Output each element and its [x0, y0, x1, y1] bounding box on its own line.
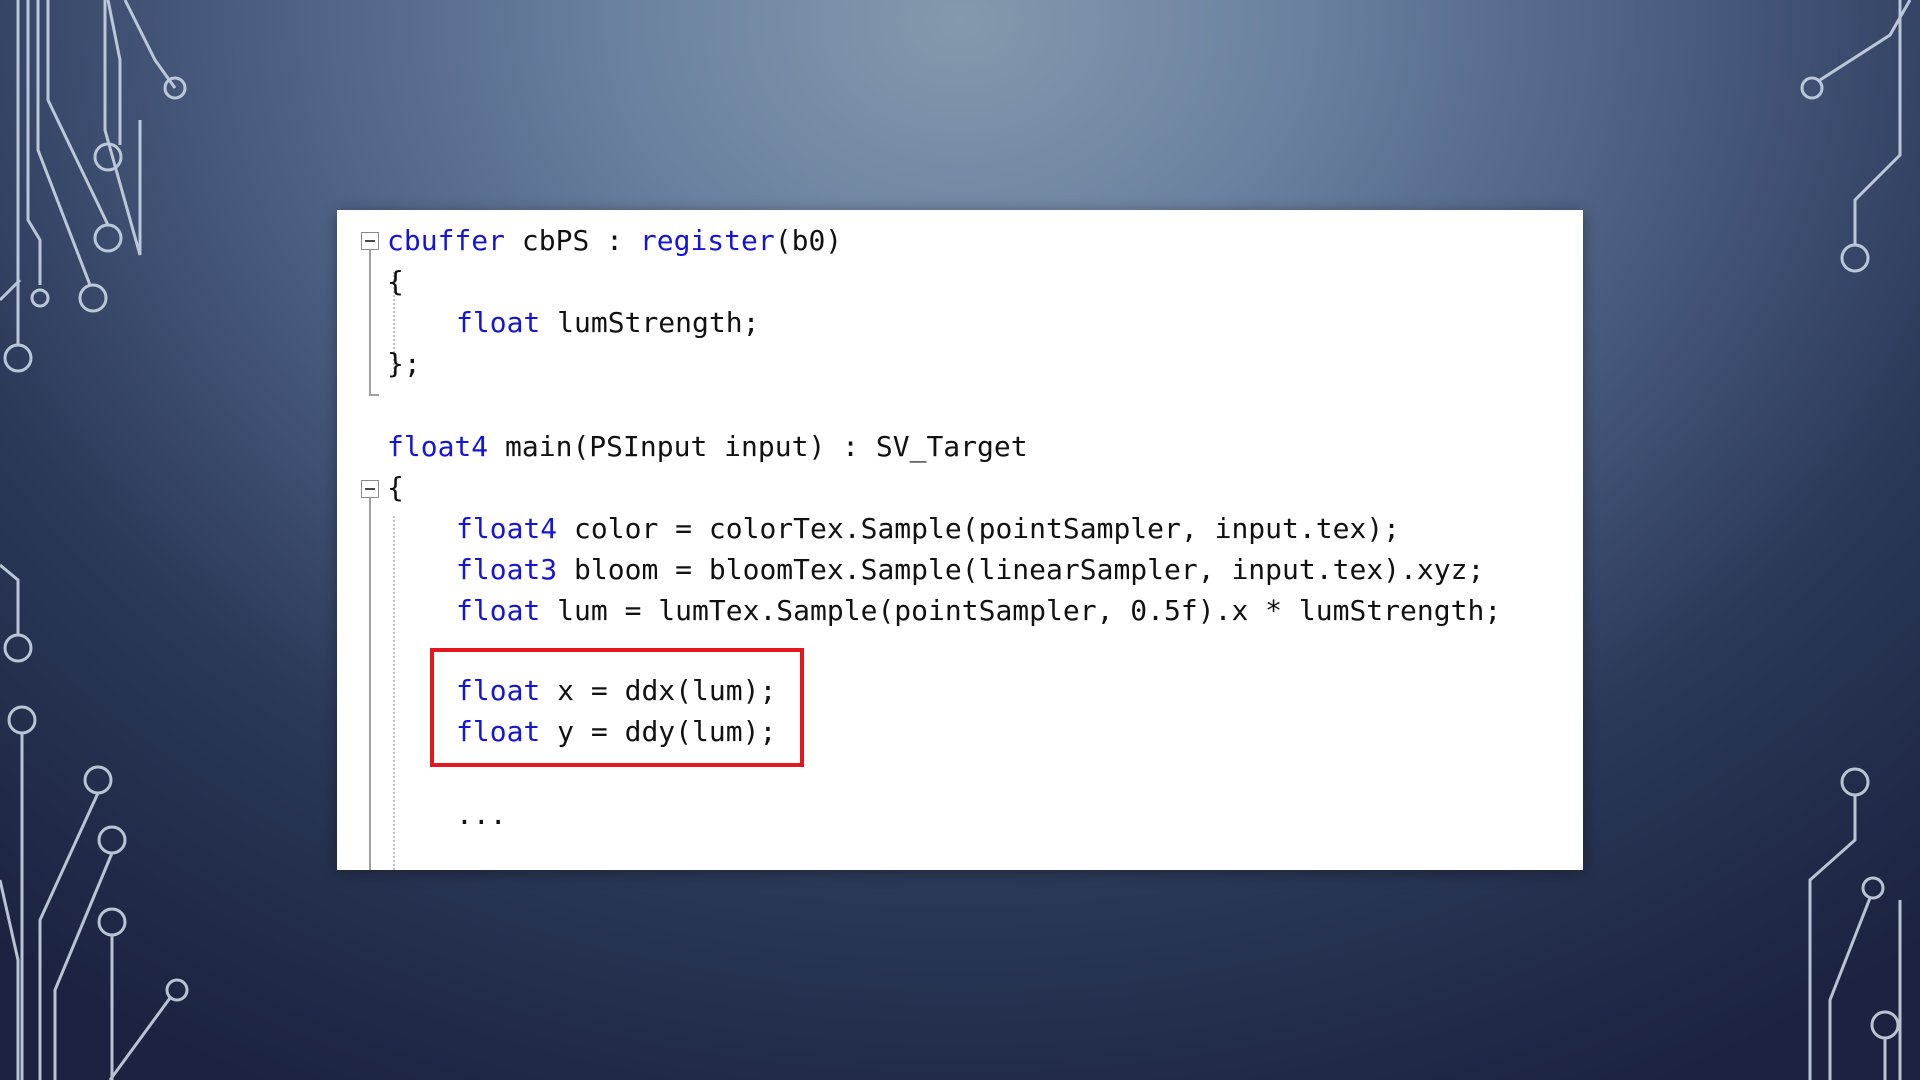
code-line: {	[387, 468, 404, 508]
fold-collapse-icon[interactable]	[361, 232, 379, 250]
circuit-decoration-right	[1700, 0, 1920, 1080]
code-keyword: float	[456, 306, 541, 339]
code-text: ...	[456, 798, 507, 831]
code-line: float3 bloom = bloomTex.Sample(linearSam…	[456, 550, 1484, 590]
code-text: {	[387, 471, 404, 504]
code-line: float4 color = colorTex.Sample(pointSamp…	[456, 509, 1400, 549]
code-line: float4 main(PSInput input) : SV_Target	[387, 427, 1028, 467]
fold-line	[369, 250, 371, 394]
code-text: cbPS :	[505, 224, 640, 257]
code-text: lum = lumTex.Sample(pointSampler, 0.5f).…	[540, 594, 1502, 627]
highlight-box	[430, 648, 804, 767]
code-keyword: float3	[456, 553, 558, 586]
code-keyword: float	[456, 594, 541, 627]
fold-collapse-icon[interactable]	[361, 480, 379, 498]
code-text: {	[387, 265, 404, 298]
code-line: ...	[456, 795, 507, 835]
fold-line	[369, 498, 371, 870]
code-text: };	[387, 347, 421, 380]
code-editor: cbuffer cbPS : register(b0) { float lumS…	[337, 210, 1583, 870]
code-text: color = colorTex.Sample(pointSampler, in…	[557, 512, 1401, 545]
code-keyword: register	[639, 224, 775, 257]
code-line: cbuffer cbPS : register(b0)	[387, 221, 842, 261]
code-text: lumStrength;	[540, 306, 760, 339]
indent-guide	[393, 516, 395, 870]
code-keyword: float4	[387, 430, 489, 463]
code-line: };	[387, 344, 421, 384]
circuit-decoration-left	[0, 0, 220, 1080]
fold-end	[369, 394, 379, 396]
code-panel: cbuffer cbPS : register(b0) { float lumS…	[337, 210, 1583, 870]
code-line: float lumStrength;	[456, 303, 759, 343]
code-text: bloom = bloomTex.Sample(linearSampler, i…	[557, 553, 1485, 586]
code-text: (b0)	[774, 224, 843, 257]
code-keyword: cbuffer	[387, 224, 506, 257]
code-line: {	[387, 262, 404, 302]
code-keyword: float4	[456, 512, 558, 545]
code-line: float lum = lumTex.Sample(pointSampler, …	[456, 591, 1501, 631]
code-text: main(PSInput input) : SV_Target	[488, 430, 1028, 463]
